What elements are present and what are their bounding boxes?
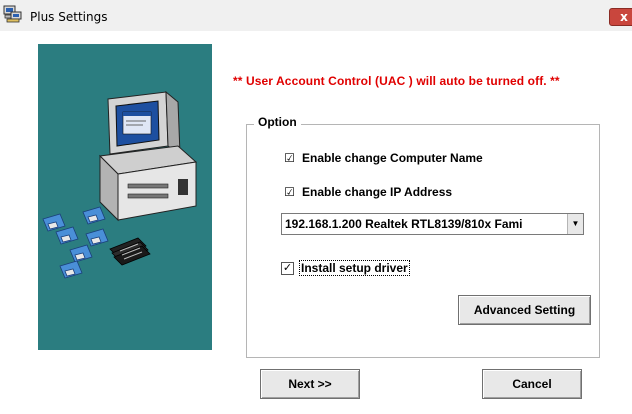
enable-computer-name-checkbox[interactable]: ☑ Enable change Computer Name bbox=[283, 151, 483, 165]
option-group-legend: Option bbox=[254, 115, 301, 129]
checkbox-checked-icon: ✓ bbox=[281, 261, 294, 275]
network-adapter-value: 192.168.1.200 Realtek RTL8139/810x Fami bbox=[285, 217, 523, 231]
install-setup-driver-checkbox[interactable]: ✓ Install setup driver bbox=[281, 260, 410, 276]
install-setup-driver-label: Install setup driver bbox=[299, 260, 410, 276]
computer-network-icon bbox=[3, 5, 23, 23]
plus-settings-window: Plus Settings x ** User Account Control … bbox=[0, 0, 632, 414]
title-bar[interactable]: Plus Settings x bbox=[0, 0, 632, 31]
dialog-client-area: ** User Account Control (UAC ) will auto… bbox=[0, 31, 632, 414]
uac-warning-text: ** User Account Control (UAC ) will auto… bbox=[233, 74, 560, 88]
network-adapter-select[interactable]: 192.168.1.200 Realtek RTL8139/810x Fami … bbox=[281, 213, 584, 235]
side-illustration-panel bbox=[38, 44, 212, 350]
window-title: Plus Settings bbox=[30, 10, 108, 24]
enable-ip-address-label: Enable change IP Address bbox=[302, 185, 453, 199]
enable-ip-address-checkbox[interactable]: ☑ Enable change IP Address bbox=[283, 185, 452, 199]
chevron-down-icon[interactable]: ▼ bbox=[567, 214, 583, 234]
enable-computer-name-label: Enable change Computer Name bbox=[302, 151, 483, 165]
checkbox-checked-icon: ☑ bbox=[284, 150, 295, 165]
next-button[interactable]: Next >> bbox=[260, 369, 360, 399]
close-button[interactable]: x bbox=[609, 8, 632, 26]
advanced-setting-button[interactable]: Advanced Setting bbox=[458, 295, 591, 325]
checkbox-checked-icon: ☑ bbox=[284, 184, 295, 199]
computer-with-disks-illustration bbox=[42, 90, 198, 279]
cancel-button[interactable]: Cancel bbox=[482, 369, 582, 399]
